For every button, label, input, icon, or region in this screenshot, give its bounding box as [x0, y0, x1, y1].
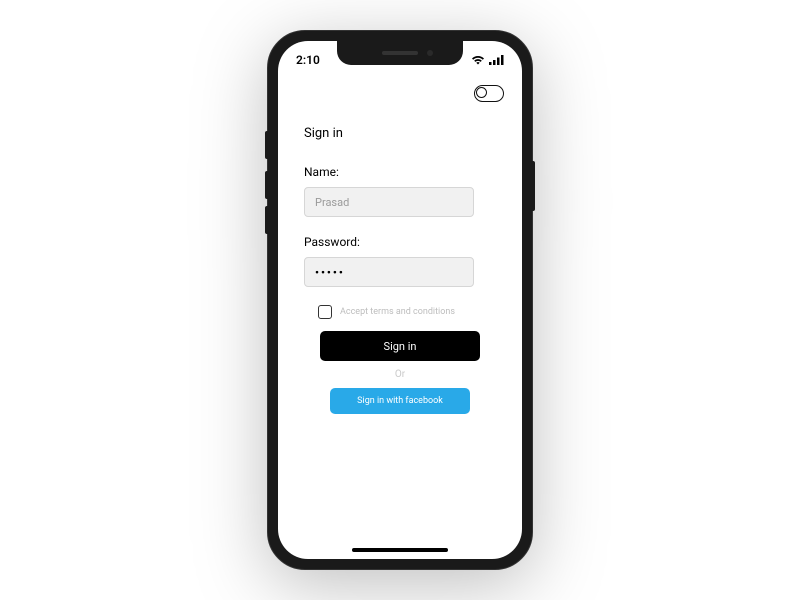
phone-notch	[337, 41, 463, 65]
cellular-signal-icon	[489, 55, 504, 65]
name-label: Name:	[304, 165, 496, 179]
notch-speaker	[382, 51, 418, 55]
notch-camera	[427, 50, 433, 56]
toggle-knob	[476, 87, 487, 98]
facebook-signin-button[interactable]: Sign in with facebook	[330, 388, 470, 414]
phone-frame: 2:10	[267, 30, 533, 570]
theme-toggle[interactable]	[474, 85, 504, 102]
page-title: Sign in	[304, 126, 496, 141]
password-label: Password:	[304, 235, 496, 249]
divider-text: Or	[304, 369, 496, 380]
name-input[interactable]	[304, 187, 474, 217]
wifi-icon	[471, 55, 485, 65]
password-input[interactable]	[304, 257, 474, 287]
terms-label: Accept terms and conditions	[340, 307, 455, 317]
signin-form: Sign in Name: Password: Accept terms and…	[278, 102, 522, 414]
terms-checkbox[interactable]	[318, 305, 332, 319]
phone-screen: 2:10	[278, 41, 522, 559]
status-time: 2:10	[296, 53, 320, 67]
signin-button[interactable]: Sign in	[320, 331, 480, 361]
home-indicator[interactable]	[352, 548, 448, 552]
